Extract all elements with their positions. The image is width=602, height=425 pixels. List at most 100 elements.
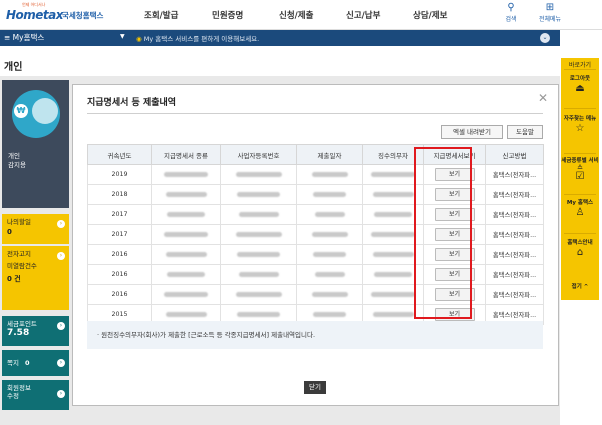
submit-date-cell	[296, 264, 363, 285]
business-number-cell	[220, 224, 297, 245]
modal-title: 지급명세서 등 제출내역	[87, 98, 177, 108]
submit-date-cell	[296, 184, 363, 205]
table-row: 2016 보기 홈택스(전자파...	[87, 284, 544, 305]
collapse-button[interactable]: 접기 ^	[561, 284, 599, 291]
member-info-subtitle: 수정	[7, 392, 19, 400]
nav-consult[interactable]: 상담/제보	[413, 9, 447, 21]
my-todo-card[interactable]: 나의할일 0 ›	[2, 214, 69, 244]
nav-apply[interactable]: 신청/제출	[279, 9, 313, 21]
table-row: 2017 보기 홈택스(전자파...	[87, 204, 544, 225]
my-hometax-button[interactable]: My 홈택스 ♙	[561, 200, 599, 219]
method-cell: 홈택스(전자파...	[485, 204, 544, 225]
my-todo-title: 나의할일	[7, 218, 31, 226]
tax-points-card[interactable]: 세금포인트 7.58 ›	[2, 316, 69, 346]
submit-date-cell	[296, 204, 363, 225]
tax-service-button[interactable]: 세금종류별 서비스 ☑	[561, 158, 599, 183]
user-name: 감지용	[8, 161, 26, 169]
year-cell: 2017	[87, 204, 152, 225]
hometax-guide-button[interactable]: 홈택스안내 ⌂	[561, 240, 599, 259]
submission-table: 귀속년도 지급명세서 종류 사업자등록번호 제출일자 징수의무자 지급명세서보기…	[87, 144, 544, 325]
year-cell: 2019	[87, 164, 152, 185]
search-button[interactable]: ⚲ 검색	[500, 2, 522, 23]
redacted-value	[371, 291, 415, 297]
submit-date-cell	[296, 284, 363, 305]
submit-date-cell	[296, 224, 363, 245]
redacted-value	[164, 171, 208, 177]
hometax-logo[interactable]: Hometax	[6, 8, 64, 22]
method-cell: 홈택스(전자파...	[485, 284, 544, 305]
business-number-cell	[220, 184, 297, 205]
user-type: 개인	[8, 152, 20, 160]
redacted-value	[235, 171, 282, 177]
statement-type-cell	[151, 264, 221, 285]
redacted-value	[314, 211, 345, 217]
allmenu-label: 전체메뉴	[538, 16, 562, 23]
redacted-value	[238, 211, 279, 217]
statement-type-cell	[151, 224, 221, 245]
redacted-value	[372, 191, 414, 197]
won-icon: ₩	[14, 104, 28, 118]
nav-report[interactable]: 신고/납부	[346, 9, 380, 21]
col-method: 신고방법	[485, 144, 544, 165]
hometax-guide-label: 홈택스안내	[567, 240, 593, 246]
redacted-value	[165, 191, 207, 197]
close-button[interactable]: 닫기	[304, 381, 326, 394]
redacted-value	[314, 271, 345, 277]
bar-gap	[560, 30, 602, 46]
method-cell: 홈택스(전자파...	[485, 264, 544, 285]
search-icon: ⚲	[507, 2, 515, 13]
redacted-value	[311, 291, 348, 297]
search-label: 검색	[505, 16, 517, 23]
favorite-menu-button[interactable]: 자주찾는 메뉴 ☆	[561, 116, 599, 135]
e-notice-title: 전자고지	[7, 250, 31, 258]
member-info-card[interactable]: 회원정보 수정 ›	[2, 380, 69, 410]
page-title: 개인	[4, 62, 23, 73]
method-cell: 홈택스(전자파...	[485, 184, 544, 205]
e-notice-count: 0 건	[7, 275, 21, 283]
business-number-cell	[220, 244, 297, 265]
mytax-message-text: My 홈택스 서비스를 편하게 이용해보세요.	[143, 35, 260, 43]
message-label: 쪽지	[7, 359, 19, 367]
mytax-button[interactable]: ≡ My홈택스	[4, 32, 44, 43]
redacted-value	[237, 191, 280, 197]
redacted-value	[167, 271, 205, 277]
my-todo-count: 0	[7, 228, 12, 236]
e-notice-subtitle: 미열람건수	[7, 262, 37, 270]
dropdown-icon[interactable]: ▼	[120, 33, 125, 40]
help-button[interactable]: 도움말	[507, 125, 543, 139]
col-statement-type: 지급명세서 종류	[151, 144, 221, 165]
quick-menu-title: 바로가기	[568, 62, 592, 69]
logout-button[interactable]: 로그아웃 ⏏	[561, 76, 599, 95]
logout-icon: ⏏	[575, 82, 585, 94]
excel-download-button[interactable]: 엑셀 내려받기	[441, 125, 503, 139]
check-icon: ☑	[575, 171, 585, 182]
top-header: 언제 어디서나 Hometax 국세청홈택스 조회/발급 민원증명 신청/제출 …	[0, 0, 602, 30]
message-card[interactable]: 쪽지 0 ›	[2, 350, 69, 376]
e-notice-card[interactable]: 전자고지 미열람건수 0 건 ›	[2, 246, 69, 310]
redacted-value	[237, 251, 280, 257]
redacted-value	[164, 291, 208, 297]
nav-civil[interactable]: 민원증명	[212, 9, 243, 21]
divider	[564, 194, 596, 195]
chevron-down-icon[interactable]: ⌄	[540, 33, 550, 43]
method-cell: 홈택스(전자파...	[485, 244, 544, 265]
statement-type-cell	[151, 284, 221, 305]
col-year: 귀속년도	[87, 144, 152, 165]
nav-inquiry[interactable]: 조회/발급	[144, 9, 178, 21]
redacted-value	[165, 251, 207, 257]
business-number-cell	[220, 164, 297, 185]
table-row: 2019 보기 홈택스(전자파...	[87, 164, 544, 185]
divider	[564, 108, 596, 109]
tax-points-value: 7.58	[7, 328, 30, 338]
table-row: 2017 보기 홈택스(전자파...	[87, 224, 544, 245]
close-icon[interactable]: ✕	[538, 91, 548, 105]
col-business-number: 사업자등록번호	[220, 144, 297, 165]
redacted-value	[238, 271, 279, 277]
view-column-highlight	[414, 147, 472, 319]
business-number-cell	[220, 204, 297, 225]
title-divider	[87, 113, 543, 114]
redacted-value	[313, 191, 346, 197]
allmenu-button[interactable]: ⊞ 전체메뉴	[534, 2, 566, 23]
redacted-value	[374, 271, 412, 277]
person-icon: ♙	[575, 206, 585, 218]
